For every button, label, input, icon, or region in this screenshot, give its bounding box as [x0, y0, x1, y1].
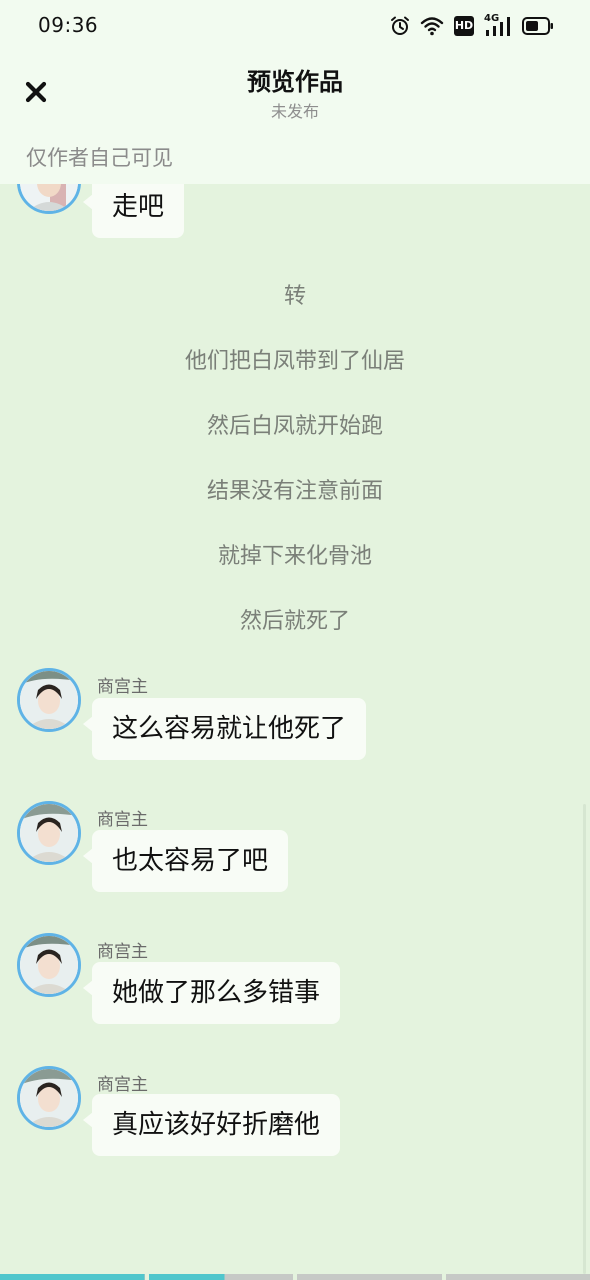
- avatar[interactable]: [17, 184, 81, 214]
- hd-label: HD: [454, 19, 474, 32]
- narration-line: 然后就死了: [239, 609, 350, 634]
- status-bar: 09:36 HD 4G: [0, 0, 590, 52]
- progress-segment: [0, 1274, 145, 1280]
- avatar[interactable]: [17, 668, 81, 732]
- progress-segment: [445, 1274, 590, 1280]
- narration-line: 结果没有注意前面: [206, 479, 383, 504]
- sender-name: 商宫主: [97, 810, 148, 830]
- progress-segment: [297, 1274, 442, 1280]
- publish-status: 未发布: [270, 102, 319, 121]
- narration-line: 然后白凤就开始跑: [206, 414, 383, 439]
- hd-icon: HD: [454, 16, 474, 36]
- narration-line: 他们把白凤带到了仙居: [184, 349, 405, 374]
- message-bubble[interactable]: 这么容易就让他死了: [82, 698, 367, 760]
- narration-line: 就掉下来化骨池: [217, 544, 372, 569]
- sender-name: 商宫主: [97, 677, 148, 697]
- avatar[interactable]: [17, 801, 81, 865]
- sender-name: 商宫主: [97, 1075, 148, 1095]
- scrollbar[interactable]: [583, 804, 586, 1274]
- progress-segment: [148, 1274, 293, 1280]
- status-time: 09:36: [38, 13, 99, 37]
- page-title: 预览作品: [247, 68, 343, 96]
- message-bubble[interactable]: 也太容易了吧: [82, 830, 289, 892]
- sender-name: 商宫主: [97, 942, 148, 962]
- signal-icon: 4G: [484, 13, 512, 37]
- message-bubble[interactable]: 她做了那么多错事: [82, 962, 341, 1024]
- avatar[interactable]: [17, 933, 81, 997]
- chat-area[interactable]: 走吧 转 他们把白凤带到了仙居 然后白凤就开始跑 结果没有注意前面 就掉下来化骨…: [0, 184, 590, 1274]
- avatar[interactable]: [17, 1066, 81, 1130]
- header: 预览作品 未发布 仅作者自己可见: [0, 52, 590, 184]
- message-bubble[interactable]: 真应该好好折磨他: [82, 1094, 341, 1156]
- battery-icon: [522, 17, 554, 35]
- status-icons: HD 4G: [390, 13, 554, 38]
- message-bubble[interactable]: 走吧: [82, 184, 185, 238]
- wifi-icon: [420, 16, 444, 36]
- alarm-icon: [390, 16, 410, 36]
- story-progress-bar: [0, 1274, 590, 1280]
- visibility-note: 仅作者自己可见: [26, 146, 173, 170]
- narration-line: 转: [283, 284, 306, 309]
